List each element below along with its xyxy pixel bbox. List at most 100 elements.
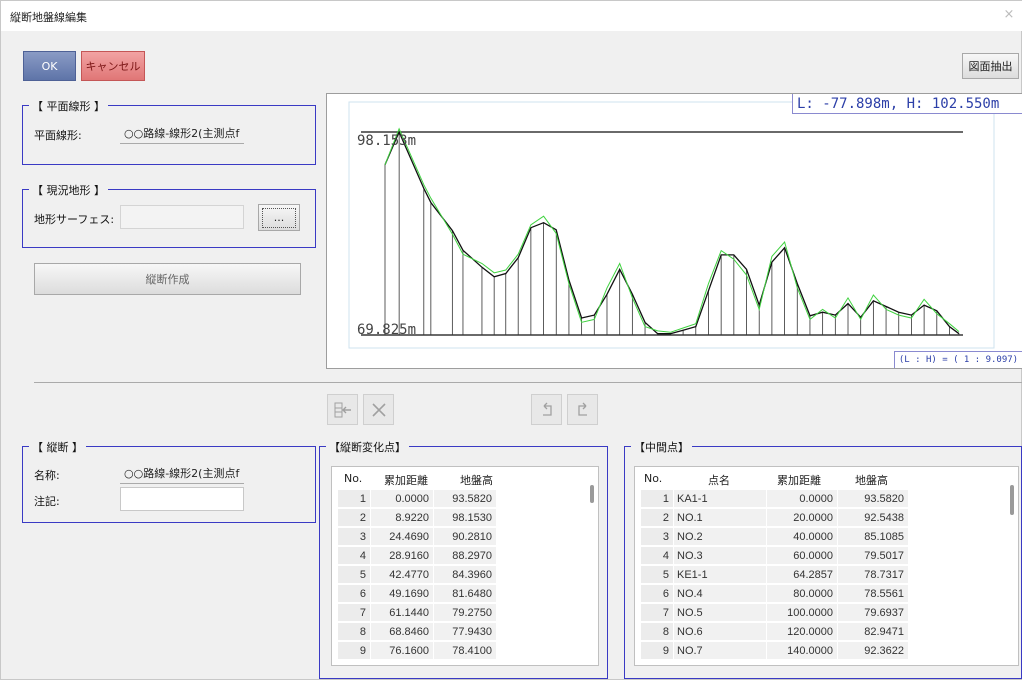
terrain-surface-label: 地形サーフェス: (34, 213, 115, 226)
extract-drawing-button[interactable]: 図面抽出 (962, 53, 1019, 79)
row-number[interactable]: 3 (338, 527, 370, 545)
table-row[interactable]: 2 NO.1 20.0000 92.5438 (635, 508, 998, 527)
table-row[interactable]: 8 68.8460 77.9430 (332, 622, 578, 641)
row-number[interactable]: 5 (641, 565, 673, 583)
change-points-table[interactable]: No. 累加距離 地盤高 1 0.0000 93.5820 2 8.9220 98.153… (331, 466, 599, 666)
cumulative-distance-cell: 140.0000 (767, 641, 837, 659)
row-number[interactable]: 4 (338, 546, 370, 564)
station-lines (384, 132, 960, 335)
column-ground-height: 地盤高 (460, 474, 493, 487)
cumulative-distance-cell: 42.4770 (371, 565, 433, 583)
ground-height-cell: 79.6937 (838, 603, 908, 621)
ground-height-cell: 77.9430 (434, 622, 496, 640)
title-bar: 縦断地盤線編集 × (1, 1, 1022, 31)
cancel-button[interactable]: キャンセル (81, 51, 145, 81)
profile-name-label: 名称: (34, 469, 60, 482)
insert-row-icon[interactable] (327, 394, 358, 425)
table-row[interactable]: 4 28.9160 88.2970 (332, 546, 578, 565)
ground-height-cell: 79.5017 (838, 546, 908, 564)
table-row[interactable]: 3 24.4690 90.2810 (332, 527, 578, 546)
ok-button[interactable]: OK (23, 51, 76, 81)
profile-chart-svg: 98.153m 69.825m (348, 101, 995, 349)
row-number[interactable]: 9 (338, 641, 370, 659)
ground-height-cell: 90.2810 (434, 527, 496, 545)
point-name-cell: NO.1 (674, 508, 766, 526)
table-row[interactable]: 8 NO.6 120.0000 82.9471 (635, 622, 998, 641)
row-number[interactable]: 3 (641, 527, 673, 545)
terrain-surface-field[interactable] (120, 205, 244, 229)
cumulative-distance-cell: 40.0000 (767, 527, 837, 545)
table-row[interactable]: 7 61.1440 79.2750 (332, 603, 578, 622)
table-row[interactable]: 5 KE1-1 64.2857 78.7317 (635, 565, 998, 584)
row-number[interactable]: 7 (338, 603, 370, 621)
ground-height-cell: 82.9471 (838, 622, 908, 640)
profile-note-field[interactable] (120, 487, 244, 511)
table-row[interactable]: 1 KA1-1 0.0000 93.5820 (635, 489, 998, 508)
ground-height-cell: 78.4100 (434, 641, 496, 659)
table-row[interactable]: 6 NO.4 80.0000 78.5561 (635, 584, 998, 603)
plan-alignment-group-label: 【 平面線形 】 (29, 98, 108, 114)
cumulative-distance-cell: 8.9220 (371, 508, 433, 526)
delete-icon[interactable] (363, 394, 394, 425)
cumulative-distance-cell: 120.0000 (767, 622, 837, 640)
ground-height-cell: 81.6480 (434, 584, 496, 602)
column-cumulative-distance: 累加距離 (777, 474, 821, 487)
window-title: 縦断地盤線編集 (10, 11, 87, 24)
row-number[interactable]: 9 (641, 641, 673, 659)
create-profile-button[interactable]: 縦断作成 (34, 263, 301, 295)
undo-icon[interactable] (531, 394, 562, 425)
table-row[interactable]: 2 8.9220 98.1530 (332, 508, 578, 527)
column-cumulative-distance: 累加距離 (384, 474, 428, 487)
table-row[interactable]: 4 NO.3 60.0000 79.5017 (635, 546, 998, 565)
redo-icon[interactable] (567, 394, 598, 425)
cumulative-distance-cell: 61.1440 (371, 603, 433, 621)
cumulative-distance-cell: 28.9160 (371, 546, 433, 564)
ground-height-cell: 79.2750 (434, 603, 496, 621)
change-points-scrollbar[interactable] (590, 485, 594, 503)
point-name-cell: KE1-1 (674, 565, 766, 583)
browse-surface-button[interactable]: ... (258, 204, 300, 231)
plan-alignment-select[interactable]: ○○路線-線形2(主測点f (120, 120, 244, 144)
cumulative-distance-cell: 68.8460 (371, 622, 433, 640)
intermediate-points-scrollbar[interactable] (1010, 485, 1014, 515)
table-row[interactable]: 9 76.1600 78.4100 (332, 641, 578, 660)
row-number[interactable]: 1 (641, 489, 673, 507)
point-name-cell: NO.2 (674, 527, 766, 545)
series-ground-line (384, 130, 960, 335)
intermediate-points-table[interactable]: No. 点名 累加距離 地盤高 1 KA1-1 0.0000 93.5820 2 NO.1… (634, 466, 1019, 666)
point-name-cell: NO.6 (674, 622, 766, 640)
change-points-header: No. 累加距離 地盤高 (332, 467, 598, 489)
profile-group-label: 【 縦断 】 (29, 439, 86, 455)
ground-height-cell: 92.3622 (838, 641, 908, 659)
row-number[interactable]: 8 (338, 622, 370, 640)
row-number[interactable]: 6 (641, 584, 673, 602)
row-number[interactable]: 5 (338, 565, 370, 583)
row-number[interactable]: 4 (641, 546, 673, 564)
row-number[interactable]: 1 (338, 489, 370, 507)
profile-group: 【 縦断 】 (22, 439, 316, 523)
point-name-cell: NO.4 (674, 584, 766, 602)
row-number[interactable]: 2 (338, 508, 370, 526)
table-row[interactable]: 7 NO.5 100.0000 79.6937 (635, 603, 998, 622)
row-number[interactable]: 7 (641, 603, 673, 621)
cumulative-distance-cell: 100.0000 (767, 603, 837, 621)
cursor-readout: L: -77.898m, H: 102.550m (792, 94, 1022, 114)
profile-note-label: 注記: (34, 495, 60, 508)
table-row[interactable]: 1 0.0000 93.5820 (332, 489, 578, 508)
row-number[interactable]: 8 (641, 622, 673, 640)
row-number[interactable]: 6 (338, 584, 370, 602)
intermediate-points-group-label: 【中間点】 (631, 439, 692, 455)
profile-chart[interactable]: 98.153m 69.825m L: -77.898m, H: 102.550m… (326, 93, 1022, 369)
max-elevation-label: 98.153m (357, 133, 416, 149)
cumulative-distance-cell: 76.1600 (371, 641, 433, 659)
row-number[interactable]: 2 (641, 508, 673, 526)
close-icon[interactable]: × (1001, 7, 1017, 23)
table-row[interactable]: 5 42.4770 84.3960 (332, 565, 578, 584)
point-name-cell: NO.7 (674, 641, 766, 659)
table-row[interactable]: 3 NO.2 40.0000 85.1085 (635, 527, 998, 546)
profile-name-field[interactable]: ○○路線-線形2(主測点f (120, 460, 244, 484)
ground-height-cell: 78.7317 (838, 565, 908, 583)
browse-button-label: ... (262, 207, 296, 228)
table-row[interactable]: 6 49.1690 81.6480 (332, 584, 578, 603)
table-row[interactable]: 9 NO.7 140.0000 92.3622 (635, 641, 998, 660)
